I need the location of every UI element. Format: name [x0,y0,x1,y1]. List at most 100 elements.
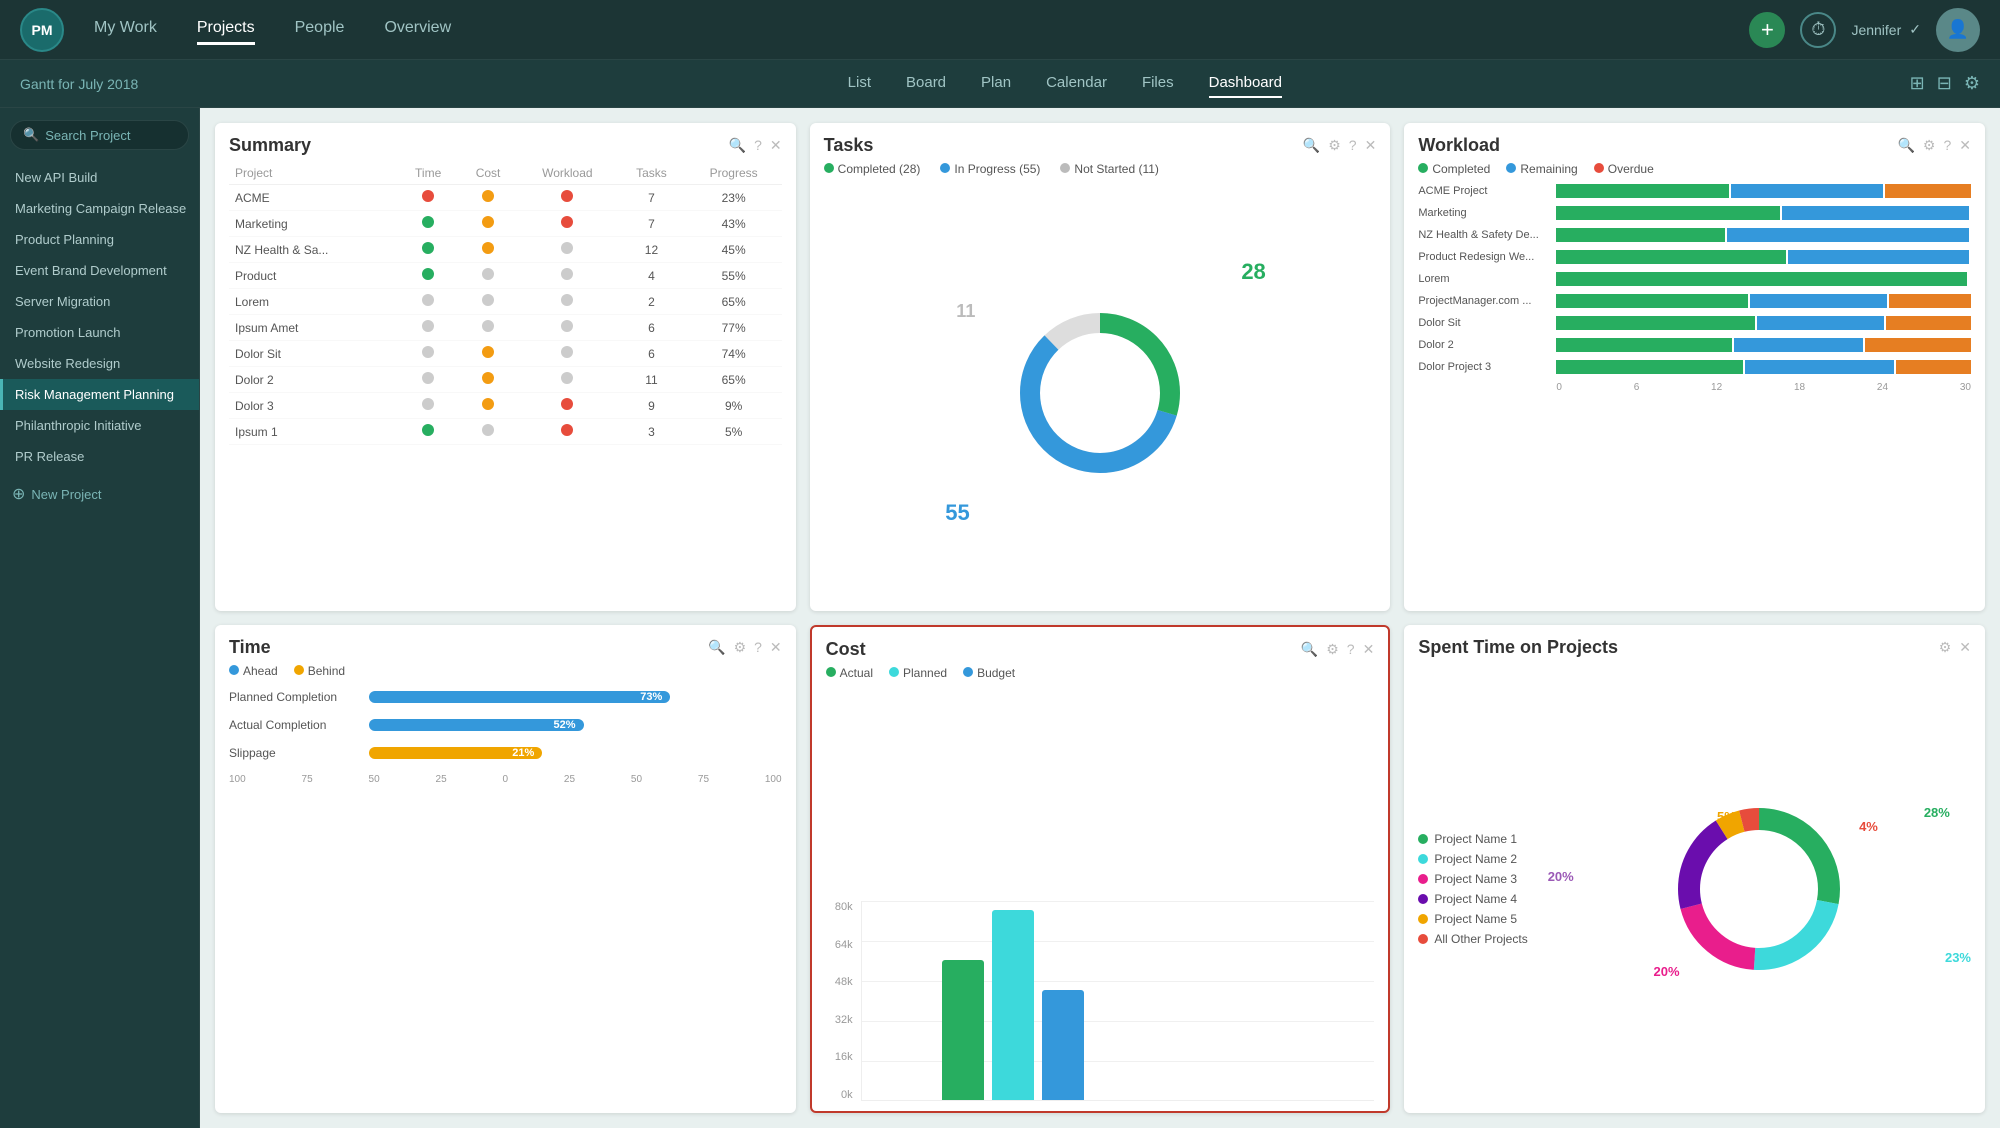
cost-search-icon[interactable]: 🔍 [1301,641,1318,658]
col-project: Project [229,162,398,185]
time-gear-icon[interactable]: ⚙ [734,639,747,656]
actual-bar-area: 52% [369,719,782,731]
table-row: Ipsum Amet 6 77% [229,315,782,341]
cost-bar-group [942,910,1084,1100]
wl-overdue: Overdue [1594,162,1654,176]
tab-board[interactable]: Board [906,69,946,98]
cost-gear-icon[interactable]: ⚙ [1326,641,1339,658]
spent-item-3: Project Name 3 [1418,872,1527,886]
wl-remaining: Remaining [1506,162,1577,176]
search-placeholder: Search Project [45,128,130,143]
sidebar-item-website-redesign[interactable]: Website Redesign [0,348,199,379]
tab-dashboard[interactable]: Dashboard [1209,69,1282,98]
tab-calendar[interactable]: Calendar [1046,69,1107,98]
spent-gear-icon[interactable]: ⚙ [1939,639,1952,656]
sidebar-item-philanthropic[interactable]: Philanthropic Initiative [0,410,199,441]
spent-body: Project Name 1 Project Name 2 Project Na… [1404,664,1985,1113]
legend-in-progress: In Progress (55) [940,162,1040,176]
table-row: Product 4 55% [229,263,782,289]
dot-6 [1418,934,1428,944]
spent-close-icon[interactable]: ✕ [1959,639,1971,656]
add-button[interactable]: + [1749,12,1785,48]
summary-help-icon[interactable]: ? [754,137,762,154]
nav-my-work[interactable]: My Work [94,14,157,45]
grid-line-4 [862,1021,1375,1022]
table-row: Lorem 2 65% [229,289,782,315]
time-help-icon[interactable]: ? [754,639,762,656]
table-row: Dolor 3 9 9% [229,393,782,419]
workload-row: Dolor Sit [1418,316,1971,330]
tasks-legend: Completed (28) In Progress (55) Not Star… [824,162,1377,176]
slippage-label: Slippage [229,746,369,760]
col-progress: Progress [686,162,782,185]
table-row: Dolor Sit 6 74% [229,341,782,367]
actual-completion-row: Actual Completion 52% [229,718,782,732]
label-1: Project Name 1 [1434,832,1517,846]
widget-summary: Summary 🔍 ? ✕ Project Time Cost Workload [215,123,796,611]
planned-bar: 73% [369,691,670,703]
time-behind: Behind [294,664,345,678]
cost-actual: Actual [826,666,873,680]
sidebar-item-marketing-campaign[interactable]: Marketing Campaign Release [0,193,199,224]
sidebar-item-risk-management[interactable]: Risk Management Planning [0,379,199,410]
sidebar-item-pr-release[interactable]: PR Release [0,441,199,472]
time-title: Time [229,637,271,658]
avatar[interactable]: 👤 [1936,8,1980,52]
cost-help-icon[interactable]: ? [1347,641,1355,658]
table-row: Marketing 7 43% [229,211,782,237]
time-icons: 🔍 ⚙ ? ✕ [708,639,782,656]
tasks-gear-icon[interactable]: ⚙ [1328,137,1341,154]
logo[interactable]: PM [20,8,64,52]
workload-gear-icon[interactable]: ⚙ [1923,137,1936,154]
tab-list[interactable]: List [848,69,871,98]
sidebar-item-promotion-launch[interactable]: Promotion Launch [0,317,199,348]
y-80k: 80k [826,901,853,913]
pct-5: 5% [1717,809,1736,824]
tab-plan[interactable]: Plan [981,69,1011,98]
settings-icon[interactable]: ⚙ [1964,73,1980,94]
clock-button[interactable]: ⏱ [1800,12,1836,48]
cost-bars-area [861,901,1375,1101]
grid-icon[interactable]: ⊞ [1910,73,1925,94]
content-area: Summary 🔍 ? ✕ Project Time Cost Workload [200,108,2000,1128]
col-cost: Cost [459,162,518,185]
workload-help-icon[interactable]: ? [1943,137,1951,154]
gantt-title: Gantt for July 2018 [20,76,220,92]
widget-cost: Cost 🔍 ⚙ ? ✕ Actual Planned Budget [810,625,1391,1113]
workload-search-icon[interactable]: 🔍 [1897,137,1914,154]
summary-search-icon[interactable]: 🔍 [729,137,746,154]
count-in-progress: 55 [945,500,969,526]
nav-people[interactable]: People [295,14,345,45]
sidebar-item-new-api-build[interactable]: New API Build [0,162,199,193]
workload-row: ACME Project [1418,184,1971,198]
tasks-help-icon[interactable]: ? [1349,137,1357,154]
sidebar-item-server-migration[interactable]: Server Migration [0,286,199,317]
nav-overview[interactable]: Overview [384,14,451,45]
spent-item-2: Project Name 2 [1418,852,1527,866]
summary-header: Summary 🔍 ? ✕ [215,123,796,162]
summary-table: Project Time Cost Workload Tasks Progres… [229,162,782,445]
cost-close-icon[interactable]: ✕ [1363,641,1375,658]
donut-chart [1000,293,1200,493]
planned-label: Planned Completion [229,690,369,704]
workload-close-icon[interactable]: ✕ [1959,137,1971,154]
cost-legend: Actual Planned Budget [826,666,1375,680]
new-project-button[interactable]: ⊕ New Project [0,476,199,512]
label-3: Project Name 3 [1434,872,1517,886]
time-search-icon[interactable]: 🔍 [708,639,725,656]
tasks-close-icon[interactable]: ✕ [1365,137,1377,154]
widget-spent-time: Spent Time on Projects ⚙ ✕ Project Name … [1404,625,1985,1113]
time-legend: Ahead Behind [229,664,782,678]
sidebar-item-product-planning[interactable]: Product Planning [0,224,199,255]
sidebar-item-event-brand[interactable]: Event Brand Development [0,255,199,286]
slippage-row: Slippage 21% [229,746,782,760]
tasks-search-icon[interactable]: 🔍 [1303,137,1320,154]
search-box[interactable]: 🔍 Search Project [10,120,189,150]
tab-files[interactable]: Files [1142,69,1174,98]
user-badge[interactable]: Jennifer ✓ [1851,21,1921,38]
filter-icon[interactable]: ⊟ [1937,73,1952,94]
time-close-icon[interactable]: ✕ [770,639,782,656]
label-2: Project Name 2 [1434,852,1517,866]
nav-projects[interactable]: Projects [197,14,255,45]
summary-close-icon[interactable]: ✕ [770,137,782,154]
